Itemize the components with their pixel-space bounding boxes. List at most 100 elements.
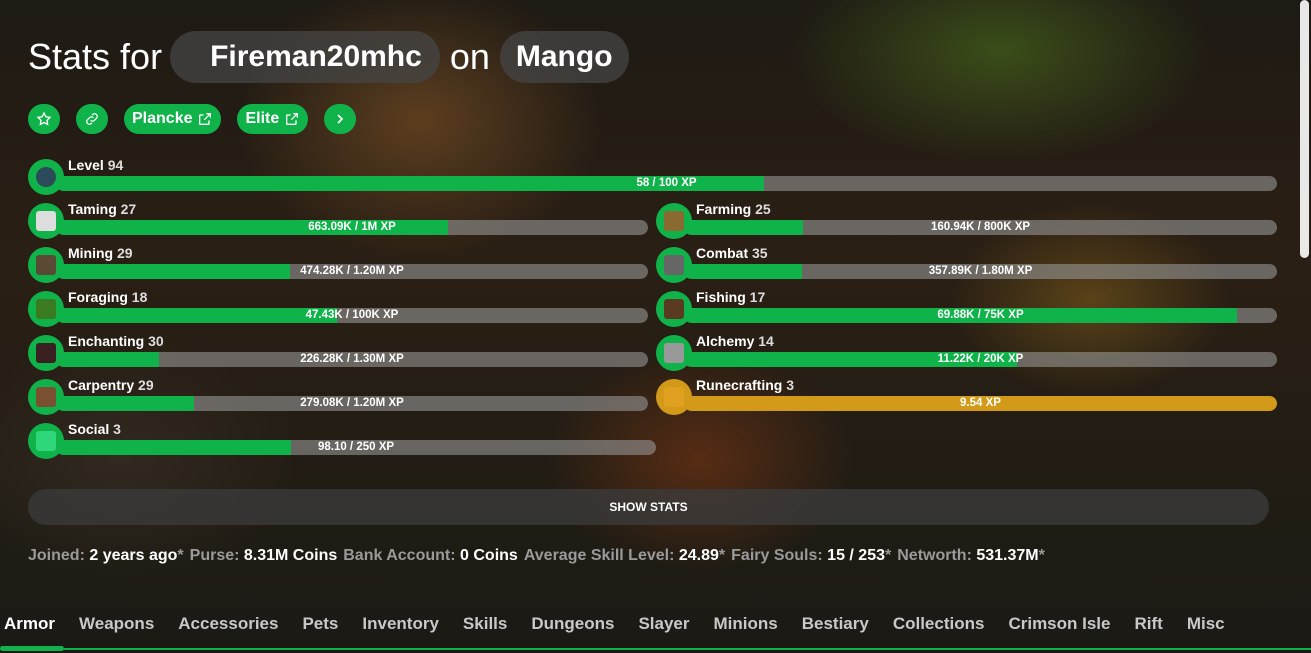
- tab-skills[interactable]: Skills: [451, 612, 519, 642]
- level-icon: [28, 159, 64, 195]
- skill-combat: 357.89K / 1.80M XP Combat 35: [656, 245, 1277, 283]
- stats-for-label: Stats for: [28, 36, 163, 77]
- skill-level: 27: [120, 201, 137, 217]
- skill-icon-badge: [28, 247, 64, 283]
- info-value-text: 15 / 253: [827, 547, 885, 564]
- tab-rift[interactable]: Rift: [1123, 612, 1175, 642]
- player-name[interactable]: Fireman20mhc: [170, 31, 440, 83]
- skill-name: Enchanting 30: [68, 333, 164, 349]
- favorite-button[interactable]: [28, 104, 60, 134]
- info-asterisk: *: [1038, 547, 1045, 564]
- info-key: Average Skill Level:: [523, 547, 675, 564]
- skill-label: Carpentry: [68, 377, 135, 393]
- tab-dungeons[interactable]: Dungeons: [519, 612, 626, 642]
- skill-level: 3: [113, 421, 121, 437]
- skill-xp: 663.09K / 1M XP: [308, 221, 396, 233]
- on-label: on: [449, 36, 490, 77]
- skill-level: 25: [755, 201, 771, 217]
- skill-icon-badge: [656, 335, 692, 371]
- skill-name: Combat 35: [696, 245, 768, 261]
- info-key: Networth:: [897, 547, 972, 564]
- info-value: 2 years ago*: [89, 547, 183, 564]
- tab-slayer[interactable]: Slayer: [626, 612, 701, 642]
- info-value-text: 2 years ago: [89, 547, 178, 564]
- brewing-stand-icon: [664, 343, 684, 363]
- skill-icon-badge: [28, 203, 64, 239]
- skill-name: Farming 25: [696, 201, 771, 217]
- profile-name[interactable]: Mango: [499, 31, 629, 83]
- info-asterisk: *: [885, 547, 892, 564]
- skill-xp: 474.28K / 1.20M XP: [300, 265, 404, 277]
- skill-icon-badge: [656, 291, 692, 327]
- skill-icon-badge: [28, 423, 64, 459]
- skill-label: Mining: [68, 245, 114, 261]
- crafting-table-icon: [36, 387, 56, 407]
- skill-label: Taming: [68, 201, 117, 217]
- info-value-text: 531.37M: [976, 547, 1039, 564]
- scrollbar[interactable]: [1300, 0, 1309, 258]
- skill-label: Enchanting: [68, 333, 145, 349]
- chevron-right-icon: [337, 114, 344, 124]
- info-value-text: 8.31M Coins: [243, 547, 338, 564]
- info-value: 0 Coins: [460, 547, 518, 564]
- tab-collections[interactable]: Collections: [881, 612, 997, 642]
- tab-accessories[interactable]: Accessories: [166, 612, 290, 642]
- spawn-egg-icon: [36, 211, 56, 231]
- skill-icon-badge: [656, 379, 692, 415]
- skill-foraging: 47.43K / 100K XP Foraging 18: [28, 289, 648, 327]
- info-key: Joined:: [28, 547, 85, 564]
- skill-icon-badge: [28, 335, 64, 371]
- tab-misc[interactable]: Misc: [1175, 612, 1237, 642]
- info-key: Fairy Souls:: [731, 547, 823, 564]
- tab-crimson-isle[interactable]: Crimson Isle: [996, 612, 1122, 642]
- sapling-icon: [36, 299, 56, 319]
- plancke-label: Plancke: [132, 110, 193, 127]
- skill-name: Mining 29: [68, 245, 133, 261]
- skill-label: Foraging: [68, 289, 128, 305]
- sword-icon: [664, 255, 684, 275]
- tab-pets[interactable]: Pets: [290, 612, 350, 642]
- skill-label: Social: [68, 421, 110, 437]
- level-label: Level: [68, 157, 104, 173]
- tab-minions[interactable]: Minions: [702, 612, 790, 642]
- skill-runecrafting: 9.54 XP Runecrafting 3: [656, 377, 1277, 415]
- level-xp: 58 / 100 XP: [636, 177, 697, 189]
- skill-level: 35: [752, 245, 768, 261]
- magma-cream-icon: [664, 387, 684, 407]
- tab-inventory[interactable]: Inventory: [350, 612, 451, 642]
- info-value: 8.31M Coins: [244, 547, 337, 564]
- skill-xp: 47.43K / 100K XP: [305, 309, 399, 321]
- skill-mining: 474.28K / 1.20M XP Mining 29: [28, 245, 648, 283]
- skill-name: Taming 27: [68, 201, 136, 217]
- hoe-icon: [664, 211, 684, 231]
- tab-weapons[interactable]: Weapons: [67, 612, 166, 642]
- skill-name: Runecrafting 3: [696, 377, 794, 393]
- tab-armor[interactable]: Armor: [0, 612, 67, 642]
- plancke-button[interactable]: Plancke: [124, 104, 222, 134]
- tab-bar: Armor Weapons Accessories Pets Inventory Skil…: [0, 612, 1311, 653]
- copy-link-button[interactable]: [76, 104, 108, 134]
- external-link-icon: [286, 113, 299, 125]
- tab-bestiary[interactable]: Bestiary: [790, 612, 881, 642]
- more-button[interactable]: [324, 104, 357, 134]
- skill-name: Foraging 18: [68, 289, 147, 305]
- skill-label: Runecrafting: [696, 377, 783, 393]
- skill-xp: 160.94K / 800K XP: [930, 221, 1031, 233]
- skill-taming: 663.09K / 1M XP Taming 27: [28, 201, 648, 239]
- skill-level: 18: [131, 289, 148, 305]
- info-key: Purse:: [189, 547, 240, 564]
- show-stats-button[interactable]: SHOW STATS: [28, 489, 1269, 525]
- info-asterisk: *: [718, 547, 726, 564]
- fishing-rod-icon: [664, 299, 684, 319]
- tab-divider: [0, 648, 1311, 650]
- level-name: Level 94: [68, 157, 123, 173]
- info-value: 24.89*: [679, 547, 725, 564]
- page-title: Stats for Fireman20mhc on Mango: [28, 31, 629, 83]
- skill-name: Alchemy 14: [696, 333, 774, 349]
- info-value: 531.37M*: [976, 547, 1045, 564]
- skill-level: 14: [758, 333, 774, 349]
- info-value-text: 24.89: [678, 547, 719, 564]
- skill-xp: 279.08K / 1.20M XP: [300, 397, 404, 409]
- elite-button[interactable]: Elite: [237, 104, 309, 134]
- skill-icon-badge: [656, 247, 692, 283]
